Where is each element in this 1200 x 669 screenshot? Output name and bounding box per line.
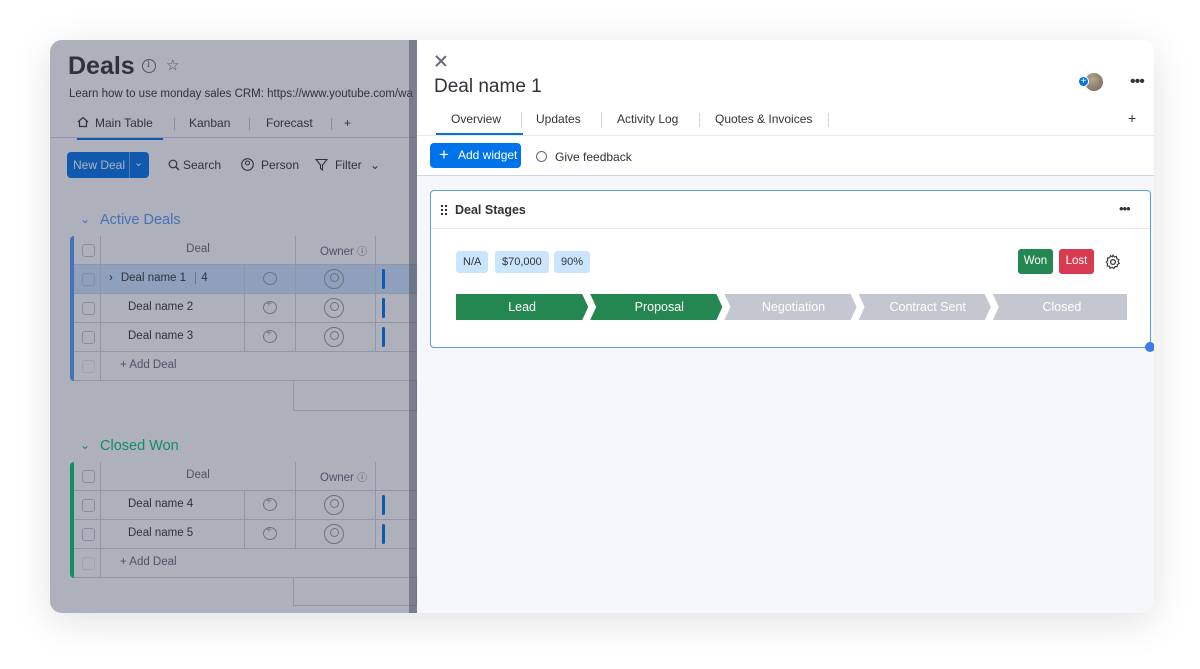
plus-icon: +	[439, 145, 449, 164]
item-title[interactable]: Deal name 1	[434, 76, 542, 98]
stage-progress-bar: Lead Proposal Negotiation Contract Sent Clos…	[456, 294, 1127, 320]
stage-label: Negotiation	[762, 300, 825, 314]
widget-header: Deal Stages •••	[431, 191, 1150, 229]
give-feedback-button[interactable]: Give feedback	[555, 150, 632, 164]
tab-separator	[521, 113, 522, 127]
tab-activity-log[interactable]: Activity Log	[617, 112, 678, 126]
chip-deal-value: $70,000	[495, 251, 549, 273]
item-panel: Deal name 1 + ••• Overview Updates Activ…	[417, 40, 1154, 613]
chip-probability-status: N/A	[456, 251, 489, 273]
app-window: Deals ☆ Learn how to use monday sales CR…	[50, 40, 1154, 613]
panel-tabs: Overview Updates Activity Log Quotes & I…	[417, 102, 1154, 136]
board-dim-overlay[interactable]	[50, 40, 417, 613]
stage-label: Contract Sent	[889, 300, 966, 314]
stage-label: Lead	[508, 300, 536, 314]
tab-updates[interactable]: Updates	[536, 112, 581, 126]
more-options-icon[interactable]: •••	[1119, 201, 1131, 216]
stage-label: Proposal	[635, 300, 684, 314]
won-button[interactable]: Won	[1018, 249, 1053, 274]
tab-overview[interactable]: Overview	[435, 112, 524, 135]
tab-separator	[601, 113, 602, 127]
close-icon[interactable]	[434, 54, 448, 68]
more-options-icon[interactable]: •••	[1130, 73, 1145, 91]
add-widget-button[interactable]: + Add widget	[430, 143, 521, 168]
add-widget-label: Add widget	[458, 148, 518, 162]
tab-separator	[699, 113, 700, 127]
add-subscriber-icon[interactable]: +	[1078, 76, 1089, 87]
drag-handle-icon[interactable]	[440, 204, 448, 216]
tab-quotes-invoices[interactable]: Quotes & Invoices	[715, 112, 812, 126]
gear-icon[interactable]	[1105, 254, 1121, 270]
lost-button[interactable]: Lost	[1059, 249, 1094, 274]
stage-label: Closed	[1042, 300, 1081, 314]
panel-resize-handle[interactable]	[409, 40, 417, 613]
deals-board: Deals ☆ Learn how to use monday sales CR…	[50, 40, 417, 613]
deal-stages-widget: Deal Stages ••• N/A $70,000 90% Won Lost…	[430, 190, 1151, 348]
widget-title: Deal Stages	[455, 203, 526, 217]
add-tab-button[interactable]: +	[1128, 110, 1136, 126]
tab-separator	[828, 113, 829, 127]
panel-toolbar: + Add widget Give feedback	[417, 136, 1154, 176]
panel-header: Deal name 1 + ••• Overview Updates Activ…	[417, 40, 1154, 136]
feedback-icon	[536, 151, 547, 162]
chip-close-probability: 90%	[554, 251, 591, 273]
widget-resize-handle[interactable]	[1145, 342, 1154, 352]
